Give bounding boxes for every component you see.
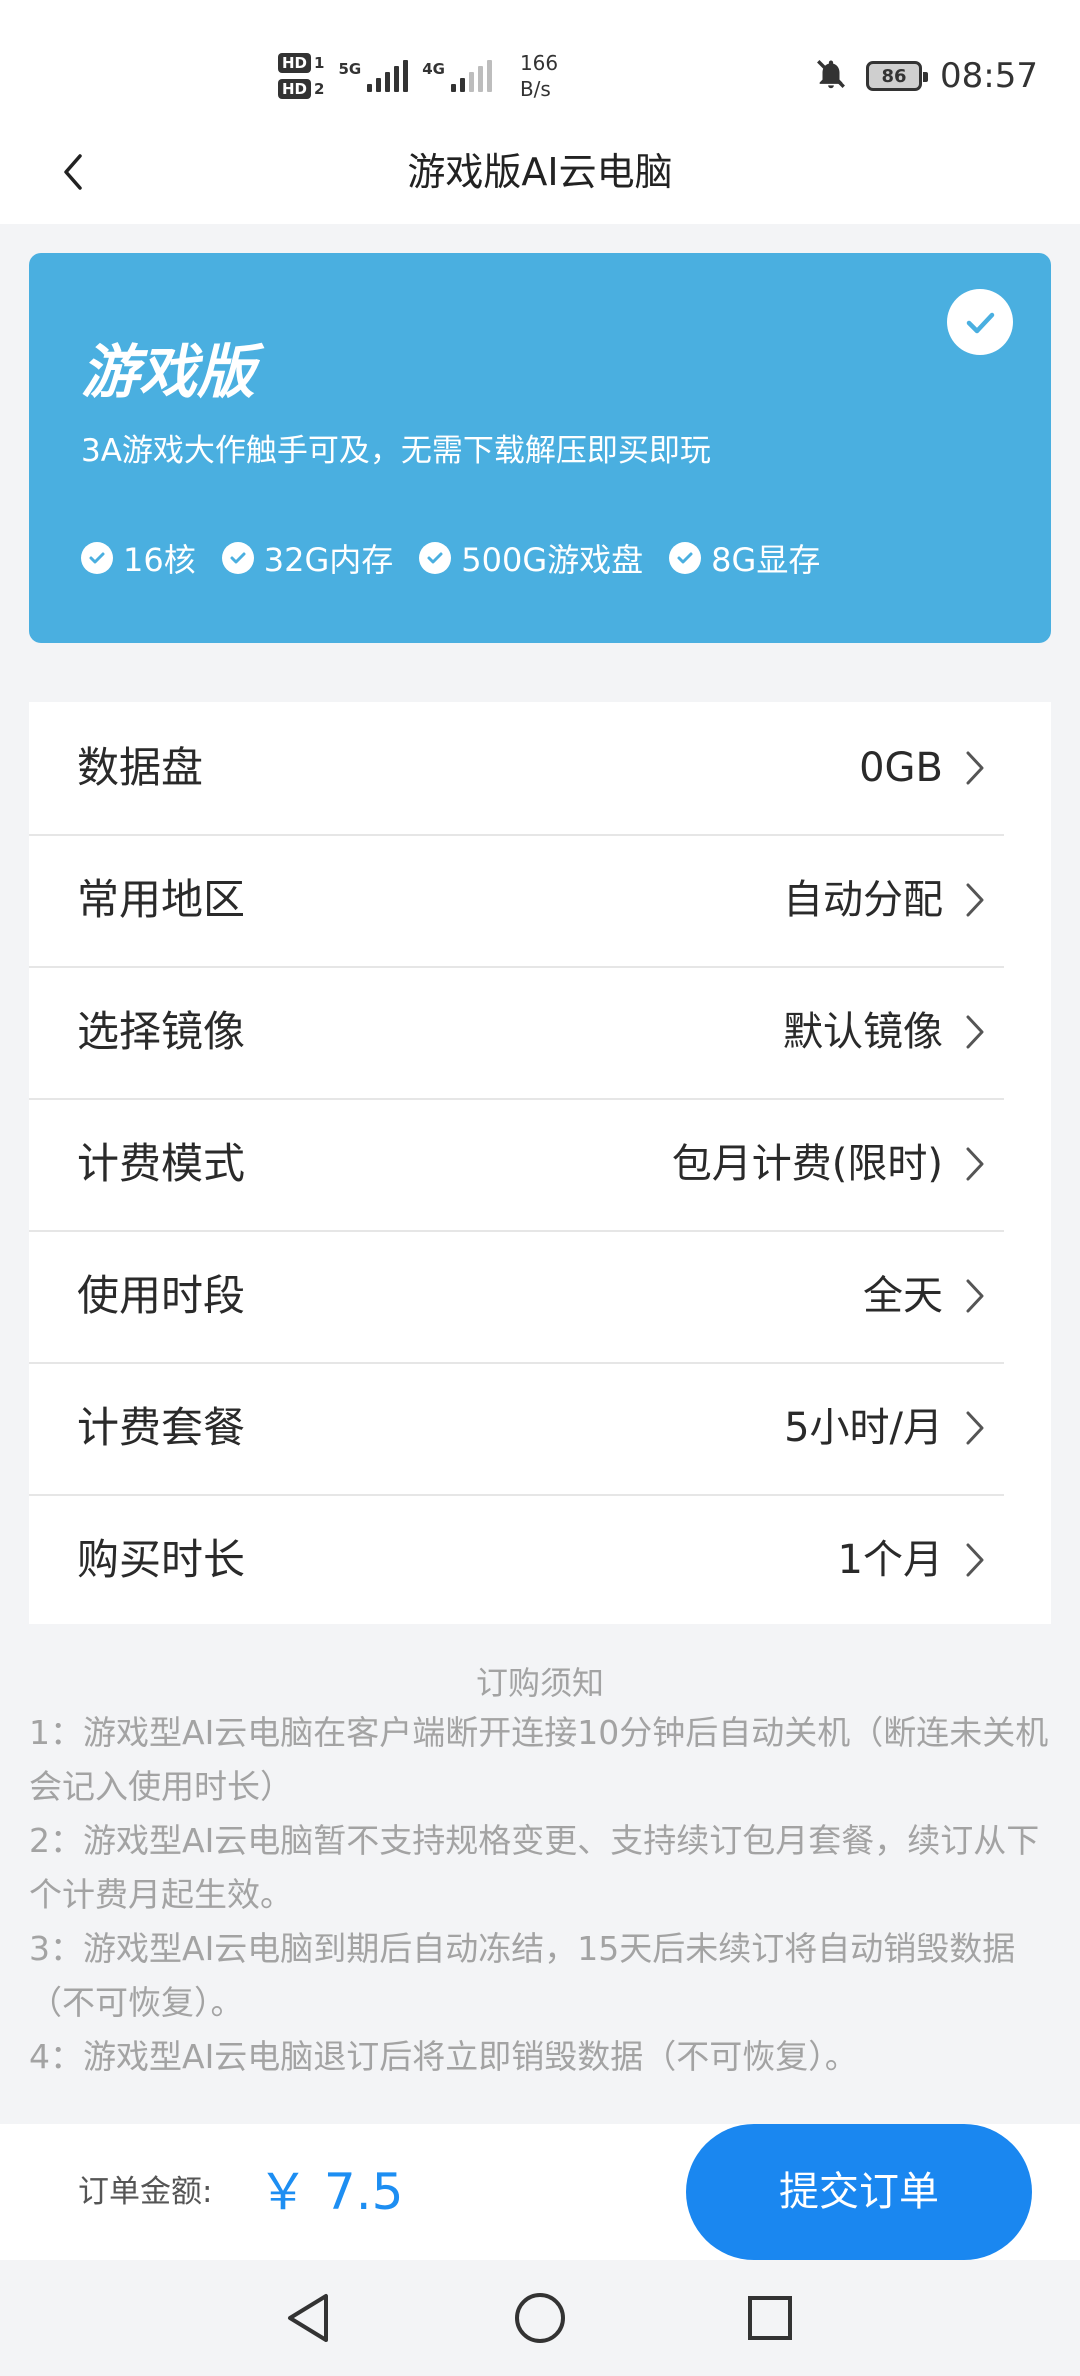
home-circle-icon[interactable] <box>500 2278 580 2358</box>
plan-description: 3A游戏大作触手可及，无需下载解压即买即玩 <box>81 433 711 469</box>
chevron-right-icon <box>955 880 995 920</box>
feature-item: 32G内存 <box>221 535 394 581</box>
sig1-label: 5G <box>338 60 362 78</box>
page-header: 游戏版AI云电脑 <box>0 120 1080 224</box>
bell-off-icon <box>814 57 848 95</box>
signal-4g-icon: 4G <box>422 60 492 92</box>
check-icon <box>221 542 254 574</box>
feature-item: 8G显存 <box>669 535 820 581</box>
chevron-right-icon <box>955 1144 995 1184</box>
notice-item: 1：游戏型AI云电脑在客户端断开连接10分钟后自动关机（断连未关机会记入使用时长… <box>29 1713 1049 1806</box>
feature-label: 500G游戏盘 <box>461 541 644 579</box>
setting-value: 默认镜像 <box>783 1009 943 1055</box>
battery-level: 86 <box>881 65 907 87</box>
chevron-right-icon <box>955 1012 995 1052</box>
submit-order-button[interactable]: 提交订单 <box>686 2124 1032 2260</box>
hd-icon-1: HD 1 <box>278 53 324 73</box>
system-indicators: 86 08:57 <box>814 48 1038 104</box>
setting-value: 自动分配 <box>783 877 943 923</box>
signal-5g-icon: 5G <box>338 60 409 92</box>
setting-row-region[interactable]: 常用地区 自动分配 <box>29 834 1051 966</box>
order-bar: 订单金额: ￥ 7.5 提交订单 <box>0 2124 1080 2260</box>
setting-row-duration[interactable]: 购买时长 1个月 <box>29 1494 1051 1626</box>
plan-card[interactable]: 游戏版 3A游戏大作触手可及，无需下载解压即买即玩 16核 32G内存 500G… <box>29 253 1051 643</box>
setting-row-billing-mode[interactable]: 计费模式 包月计费(限时) <box>29 1098 1051 1230</box>
setting-row-time-slot[interactable]: 使用时段 全天 <box>29 1230 1051 1362</box>
feature-label: 8G显存 <box>711 541 821 579</box>
selected-check-icon <box>947 289 1013 355</box>
setting-value: 全天 <box>863 1273 943 1319</box>
net-speed: 166 B/s <box>520 50 558 102</box>
settings-list: 数据盘 0GB 常用地区 自动分配 选择镜像 默认镜像 计费模式 包月计费(限时… <box>29 702 1051 1624</box>
battery-icon: 86 <box>866 61 929 91</box>
net-speed-value: 166 <box>519 51 559 75</box>
hd2-number: 2 <box>314 80 325 98</box>
setting-value: 1个月 <box>837 1537 943 1583</box>
setting-value: 0GB <box>859 745 943 791</box>
chevron-right-icon <box>955 1540 995 1580</box>
notice-item: 2：游戏型AI云电脑暂不支持规格变更、支持续订包月套餐，续订从下个计费月起生效。 <box>29 1821 1040 1914</box>
hd-icon-2: HD 2 <box>278 79 324 99</box>
chevron-right-icon <box>955 1408 995 1448</box>
setting-label: 使用时段 <box>77 1271 246 1320</box>
plan-features: 16核 32G内存 500G游戏盘 8G显存 <box>81 535 820 581</box>
hd-indicators: HD 1 HD 2 <box>278 53 324 99</box>
back-triangle-icon[interactable] <box>270 2278 350 2358</box>
setting-value: 包月计费(限时) <box>671 1141 943 1187</box>
feature-item: 500G游戏盘 <box>419 535 643 581</box>
chevron-right-icon <box>955 1276 995 1316</box>
status-time: 08:57 <box>940 56 1038 96</box>
feature-item: 16核 <box>81 535 196 581</box>
check-icon <box>81 542 113 574</box>
sig2-label: 4G <box>422 60 445 78</box>
setting-value: 5小时/月 <box>784 1405 943 1451</box>
network-indicators: HD 1 HD 2 5G 4G 166 B/s <box>278 44 558 108</box>
net-speed-unit: B/s <box>519 77 551 101</box>
setting-label: 购买时长 <box>77 1535 246 1584</box>
feature-label: 32G内存 <box>263 541 394 579</box>
order-amount-value: ￥ 7.5 <box>258 2163 404 2221</box>
notice-item: 3：游戏型AI云电脑到期后自动冻结，15天后未续订将自动销毁数据（不可恢复）。 <box>29 1929 1016 2022</box>
page-title: 游戏版AI云电脑 <box>407 150 673 194</box>
setting-row-data-disk[interactable]: 数据盘 0GB <box>29 702 1051 834</box>
setting-label: 选择镜像 <box>77 1007 246 1056</box>
notice-list: 1：游戏型AI云电脑在客户端断开连接10分钟后自动关机（断连未关机会记入使用时长… <box>29 1706 1059 2084</box>
setting-row-billing-package[interactable]: 计费套餐 5小时/月 <box>29 1362 1051 1494</box>
setting-row-image[interactable]: 选择镜像 默认镜像 <box>29 966 1051 1098</box>
feature-label: 16核 <box>123 541 196 579</box>
setting-label: 常用地区 <box>77 875 246 924</box>
system-nav-bar <box>0 2260 1080 2376</box>
check-icon <box>419 542 452 574</box>
hd1-number: 1 <box>314 54 325 72</box>
setting-label: 数据盘 <box>77 743 204 792</box>
order-amount-label: 订单金额: <box>78 2174 213 2210</box>
check-icon <box>669 542 702 574</box>
setting-label: 计费套餐 <box>77 1403 246 1452</box>
recents-square-icon[interactable] <box>730 2278 810 2358</box>
hd1-label: HD <box>278 53 312 73</box>
chevron-right-icon <box>955 748 995 788</box>
notice-item: 4：游戏型AI云电脑退订后将立即销毁数据（不可恢复）。 <box>29 2037 858 2076</box>
hd2-label: HD <box>278 79 312 99</box>
notice-title: 订购须知 <box>475 1664 604 1702</box>
setting-label: 计费模式 <box>77 1139 246 1188</box>
plan-name: 游戏版 <box>81 338 256 406</box>
